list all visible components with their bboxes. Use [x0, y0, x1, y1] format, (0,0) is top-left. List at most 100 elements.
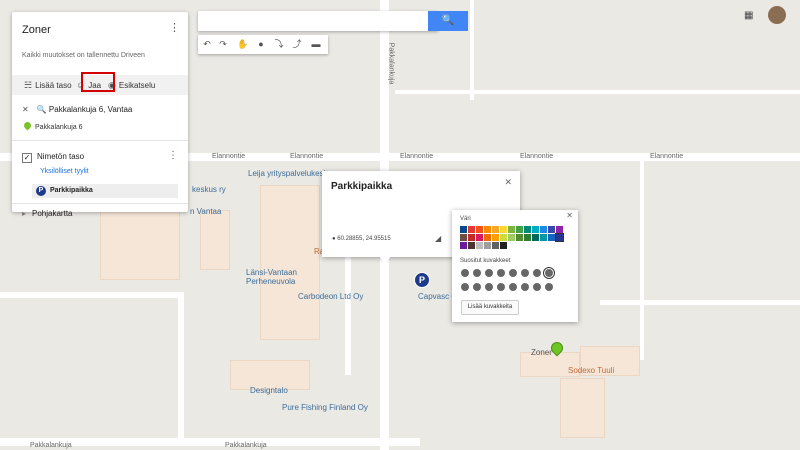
- redo-icon[interactable]: ↷: [216, 38, 230, 51]
- preview-button[interactable]: ◉ Esikatselu: [108, 80, 155, 91]
- color-swatch[interactable]: [500, 234, 507, 241]
- icon-option[interactable]: [509, 269, 517, 277]
- color-swatch[interactable]: [492, 226, 499, 233]
- color-swatch[interactable]: [508, 226, 515, 233]
- color-swatch[interactable]: [556, 226, 563, 233]
- color-swatch[interactable]: [460, 234, 467, 241]
- base-map-item[interactable]: ▸ Pohjakartta: [22, 209, 72, 218]
- feature-name: Parkkipaikka: [50, 187, 93, 194]
- poi-label: Länsi-Vantaan Perheneuvola: [246, 268, 297, 286]
- color-swatch[interactable]: [524, 226, 531, 233]
- icon-option[interactable]: [533, 269, 541, 277]
- ruler-icon[interactable]: ▬: [309, 38, 323, 51]
- info-title: Parkkipaikka: [331, 181, 393, 192]
- color-swatch[interactable]: [492, 242, 499, 249]
- color-swatch[interactable]: [500, 242, 507, 249]
- color-swatch[interactable]: [484, 242, 491, 249]
- color-swatch[interactable]: [548, 226, 555, 233]
- info-window-tail: [379, 256, 391, 264]
- draw-line-icon[interactable]: ⤵: [272, 38, 286, 51]
- icon-option[interactable]: [521, 269, 529, 277]
- icon-option[interactable]: [497, 269, 505, 277]
- color-swatch[interactable]: [468, 234, 475, 241]
- color-swatch[interactable]: [532, 234, 539, 241]
- color-swatch[interactable]: [492, 234, 499, 241]
- divider: [12, 140, 188, 141]
- color-swatch[interactable]: [484, 234, 491, 241]
- icon-option[interactable]: [473, 269, 481, 277]
- parking-marker[interactable]: P: [414, 272, 430, 288]
- street-label: Pakkalankuja: [30, 442, 72, 449]
- street-label: Pakkalankuja: [225, 442, 267, 449]
- style-popup: ✕ Väri Suositut kuvakkeet Lisää kuvakkei…: [452, 210, 578, 322]
- color-swatch[interactable]: [476, 242, 483, 249]
- road: [345, 255, 351, 375]
- icon-option[interactable]: [485, 269, 493, 277]
- search-result-header: ✕ 🔍 Pakkalankuja 6, Vantaa: [22, 105, 132, 114]
- hand-icon[interactable]: ✋: [236, 38, 250, 51]
- building: [100, 210, 180, 280]
- apps-grid-icon[interactable]: ▦: [744, 10, 753, 21]
- search-result-item[interactable]: Pakkalankuja 6: [22, 120, 83, 131]
- icon-option[interactable]: [521, 283, 529, 291]
- close-icon[interactable]: ✕: [504, 177, 512, 188]
- road: [640, 160, 644, 360]
- search-input[interactable]: [198, 11, 438, 31]
- paint-bucket-icon[interactable]: ◢: [435, 234, 441, 243]
- green-pin-icon: [22, 120, 33, 131]
- share-highlight-box: [81, 72, 115, 92]
- road: [470, 0, 474, 100]
- icon-option[interactable]: [497, 283, 505, 291]
- color-swatch[interactable]: [484, 226, 491, 233]
- color-swatch[interactable]: [548, 234, 555, 241]
- map-toolbar: ↶ ↷ ✋ ● ⤵ ⤴ ▬: [198, 35, 328, 54]
- map-title[interactable]: Zoner: [22, 24, 51, 36]
- directions-icon[interactable]: ⤴: [290, 38, 304, 51]
- color-swatch[interactable]: [516, 234, 523, 241]
- layer-header[interactable]: ✓ Nimetön taso: [22, 152, 84, 163]
- color-swatch[interactable]: [540, 226, 547, 233]
- color-swatch[interactable]: [555, 233, 564, 242]
- icon-option[interactable]: [545, 283, 553, 291]
- layer-styles-link[interactable]: Yksilölliset tyylit: [40, 168, 89, 175]
- layer-more-icon[interactable]: ⋮: [168, 150, 178, 161]
- color-swatch[interactable]: [468, 242, 475, 249]
- search-icon: 🔍: [36, 105, 47, 114]
- feature-item[interactable]: P Parkkipaikka: [32, 184, 178, 198]
- color-swatch[interactable]: [460, 226, 467, 233]
- avatar[interactable]: [768, 6, 786, 24]
- marker-icon[interactable]: ●: [254, 38, 268, 51]
- color-swatch[interactable]: [500, 226, 507, 233]
- color-swatch[interactable]: [460, 242, 467, 249]
- base-map-arrow-icon: ▸: [22, 209, 27, 218]
- more-options-icon[interactable]: ⋮: [169, 21, 180, 34]
- icon-option[interactable]: [473, 283, 481, 291]
- undo-icon[interactable]: ↶: [200, 38, 214, 51]
- add-layer-button[interactable]: ☵ Lisää taso: [24, 80, 72, 91]
- building: [200, 210, 230, 270]
- close-icon[interactable]: ✕: [22, 105, 29, 114]
- street-label: Elannontie: [212, 153, 246, 160]
- layer-checkbox[interactable]: ✓: [22, 153, 32, 163]
- color-swatch[interactable]: [476, 234, 483, 241]
- close-icon[interactable]: ✕: [566, 211, 573, 220]
- icon-option[interactable]: [461, 283, 469, 291]
- color-swatch[interactable]: [524, 234, 531, 241]
- street-label: Elannontie: [290, 153, 324, 160]
- icon-option[interactable]: [509, 283, 517, 291]
- color-swatch[interactable]: [468, 226, 475, 233]
- icon-option[interactable]: [485, 283, 493, 291]
- icon-option-selected[interactable]: [543, 267, 555, 279]
- icon-option[interactable]: [461, 269, 469, 277]
- search-button[interactable]: 🔍: [428, 11, 468, 31]
- color-swatch[interactable]: [540, 234, 547, 241]
- more-icons-button[interactable]: Lisää kuvakkeita: [461, 300, 519, 315]
- color-swatch[interactable]: [532, 226, 539, 233]
- building: [560, 378, 605, 438]
- color-swatch[interactable]: [516, 226, 523, 233]
- search-result-label: Pakkalankuja 6: [35, 124, 83, 131]
- color-swatch[interactable]: [476, 226, 483, 233]
- icon-option[interactable]: [533, 283, 541, 291]
- color-swatch[interactable]: [508, 234, 515, 241]
- parking-icon: P: [36, 186, 46, 196]
